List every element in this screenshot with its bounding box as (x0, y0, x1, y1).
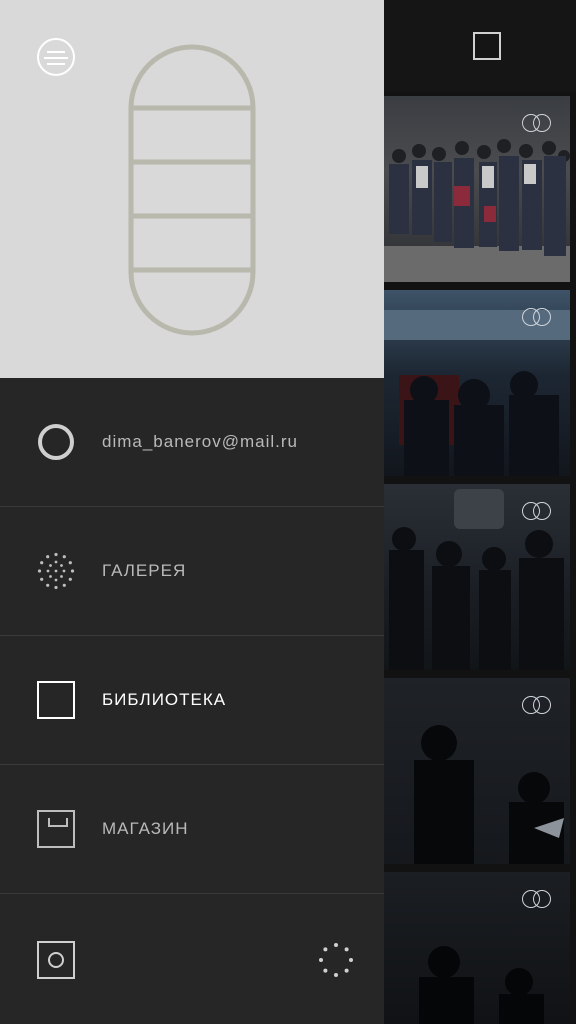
menu-item-shop[interactable]: МАГАЗИН (0, 765, 384, 894)
rings-icon (522, 308, 552, 326)
photo-thumbnail[interactable] (384, 290, 570, 476)
rings-icon (522, 114, 552, 132)
account-item[interactable]: dima_banerov@mail.ru (0, 378, 384, 507)
menu-item-label: БИБЛИОТЕКА (102, 690, 227, 709)
rings-icon (522, 890, 552, 908)
square-icon (37, 681, 75, 719)
top-bar (384, 0, 576, 92)
menu-icon[interactable] (37, 38, 75, 76)
photo-thumbnail[interactable] (384, 872, 570, 1024)
square-circle-icon[interactable] (37, 941, 75, 979)
navigation-drawer: dima_banerov@mail.ru ГАЛЕРЕЯ БИБЛИОТЕКА … (0, 0, 384, 1024)
dotted-loader-icon[interactable] (318, 942, 354, 978)
app-logo (128, 44, 256, 336)
photo-thumbnail[interactable] (384, 678, 570, 864)
gallery-background (384, 0, 576, 1024)
rings-icon (522, 502, 552, 520)
menu-item-label: ГАЛЕРЕЯ (102, 561, 187, 580)
drawer-header (0, 0, 384, 378)
menu-item-library[interactable]: БИБЛИОТЕКА (0, 636, 384, 765)
circle-icon (38, 424, 74, 460)
account-email: dima_banerov@mail.ru (102, 432, 299, 451)
menu-item-label: МАГАЗИН (102, 819, 189, 838)
photo-thumbnail[interactable] (384, 484, 570, 670)
shop-box-icon (37, 810, 75, 848)
photo-thumbnail[interactable] (384, 96, 570, 282)
dotted-circle-icon (37, 552, 75, 590)
square-icon[interactable] (473, 32, 501, 60)
rings-icon (522, 696, 552, 714)
menu-item-gallery[interactable]: ГАЛЕРЕЯ (0, 507, 384, 636)
